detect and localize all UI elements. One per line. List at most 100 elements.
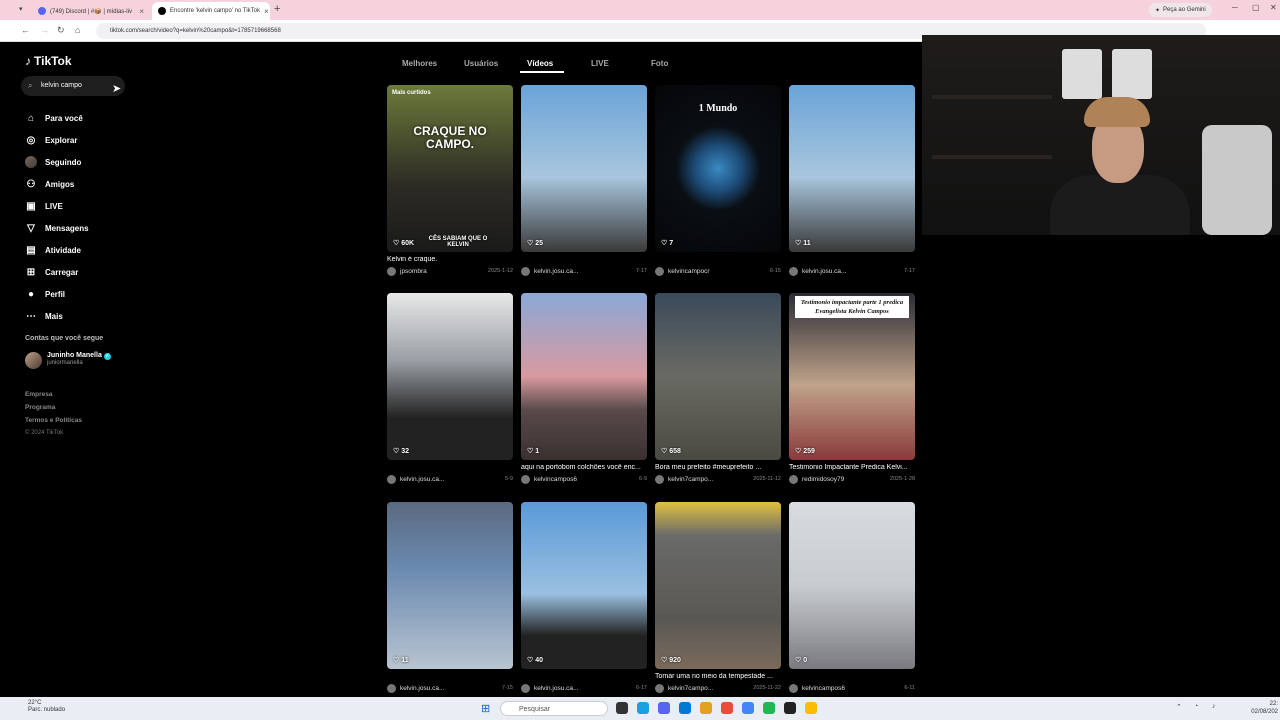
new-tab-button[interactable]: +: [274, 3, 280, 15]
video-author[interactable]: kelvincampocr: [668, 268, 710, 275]
window-close-icon[interactable]: ✕: [1270, 3, 1277, 12]
video-caption[interactable]: Tomar uma no meio da tempestade ...: [655, 673, 781, 683]
video-thumbnail[interactable]: Testimonio impactante parte 1 predica Ev…: [789, 293, 915, 460]
tab-foto[interactable]: Foto: [651, 59, 668, 68]
video-thumbnail[interactable]: ♡ 32: [387, 293, 513, 460]
video-thumbnail[interactable]: ♡ 658: [655, 293, 781, 460]
avatar[interactable]: [521, 266, 530, 276]
discord-icon[interactable]: [658, 702, 670, 714]
video-card[interactable]: ♡ 40 kelvin.josu.ca... 6-17: [521, 502, 647, 693]
video-thumbnail[interactable]: ♡ 1: [521, 293, 647, 460]
sidebar-item-atividade[interactable]: ▤ Atividade: [25, 243, 81, 257]
video-card[interactable]: ♡ 32 kelvin.josu.ca... 5-9: [387, 293, 513, 484]
video-card[interactable]: ♡ 0 kelvincampos6 6-11: [789, 502, 915, 693]
taskbar-clock[interactable]: 22: 02/08/202: [1238, 700, 1278, 716]
tab-live[interactable]: LIVE: [591, 59, 609, 68]
avatar[interactable]: [521, 474, 530, 484]
video-thumbnail[interactable]: ♡ 11: [789, 85, 915, 252]
video-thumbnail[interactable]: 1 Mundo ♡ 7: [655, 85, 781, 252]
video-author[interactable]: kelvin.josu.ca...: [534, 685, 578, 692]
volume-icon[interactable]: ♪: [1212, 703, 1216, 710]
maximize-icon[interactable]: ▢: [1252, 3, 1260, 12]
video-caption[interactable]: [655, 256, 781, 266]
video-thumbnail[interactable]: ♡ 25: [521, 85, 647, 252]
sidebar-item-seguindo[interactable]: Seguindo: [25, 155, 81, 169]
weather-widget[interactable]: 22°C Parc. nublado: [28, 700, 65, 714]
followed-account[interactable]: Juninho Manella ✓ juniormanella: [25, 352, 111, 369]
video-card[interactable]: ♡ 920 Tomar uma no meio da tempestade ...…: [655, 502, 781, 693]
video-card[interactable]: ♡ 11 kelvin.josu.ca... 7-17: [789, 85, 915, 276]
browser-tab-tiktok[interactable]: Encontre 'kelvin campo' no TikTok ×: [152, 2, 270, 20]
forward-icon[interactable]: →: [40, 25, 49, 35]
video-author[interactable]: kelvin.josu.ca...: [400, 685, 444, 692]
sidebar-item-carregar[interactable]: ⊞ Carregar: [25, 265, 79, 279]
sidebar-item-amigos[interactable]: ⚇ Amigos: [25, 177, 75, 191]
video-card[interactable]: Mais curtidos CRAQUE NO CAMPO. CÊS SABIAM …: [387, 85, 513, 276]
chrome-icon[interactable]: [742, 702, 754, 714]
video-author[interactable]: kelvin.josu.ca...: [400, 476, 444, 483]
tab-videos[interactable]: Vídeos: [527, 59, 553, 68]
video-author[interactable]: kelvincampos6: [534, 476, 577, 483]
store-icon[interactable]: [679, 702, 691, 714]
video-caption[interactable]: aqui na portobom colchões você enc...: [521, 464, 647, 474]
video-caption[interactable]: [521, 256, 647, 266]
avatar[interactable]: [387, 683, 396, 693]
sidebar-item-perfil[interactable]: ● Perfil: [25, 287, 65, 301]
sidebar-item-live[interactable]: ▣ LIVE: [25, 199, 63, 213]
windows-start-icon[interactable]: ⊞: [481, 702, 490, 715]
video-caption[interactable]: Testimonio Impactante Predica Kelvi...: [789, 464, 915, 474]
edge-icon[interactable]: [637, 702, 649, 714]
video-author[interactable]: kelvin.josu.ca...: [534, 268, 578, 275]
avatar[interactable]: [521, 683, 530, 693]
tray-chevron-icon[interactable]: ⌃: [1176, 703, 1182, 711]
tab-usuarios[interactable]: Usuários: [464, 59, 498, 68]
video-caption[interactable]: [789, 256, 915, 266]
video-card[interactable]: ♡ 25 kelvin.josu.ca... 7-17: [521, 85, 647, 276]
footer-link-programa[interactable]: Programa: [25, 404, 55, 411]
sidebar-item-explorar[interactable]: ◎ Explorar: [25, 133, 78, 147]
avatar[interactable]: [655, 266, 664, 276]
spotify-icon[interactable]: [763, 702, 775, 714]
video-card[interactable]: ♡ 1 aqui na portobom colchões você enc...…: [521, 293, 647, 484]
video-caption[interactable]: Kelvin é craque.: [387, 256, 513, 266]
video-author[interactable]: kelvin7campo...: [668, 476, 713, 483]
footer-link-termos[interactable]: Termos e Políticas: [25, 417, 82, 424]
video-author[interactable]: kelvincampos6: [802, 685, 845, 692]
gemini-button[interactable]: ✦ Peça ao Gemini: [1149, 3, 1212, 17]
sidebar-item-para-voce[interactable]: ⌂ Para você: [25, 111, 83, 125]
avatar[interactable]: [789, 474, 798, 484]
avatar[interactable]: [387, 474, 396, 484]
video-caption[interactable]: [387, 464, 513, 474]
network-icon[interactable]: ◔: [1194, 703, 1198, 710]
avatar[interactable]: [387, 266, 396, 276]
app-icon[interactable]: [721, 702, 733, 714]
video-thumbnail[interactable]: ♡ 0: [789, 502, 915, 669]
avatar[interactable]: [655, 683, 664, 693]
close-icon[interactable]: ×: [139, 7, 144, 16]
chrome-active-icon[interactable]: [805, 702, 817, 714]
back-icon[interactable]: ←: [21, 25, 30, 35]
taskbar-search-input[interactable]: Pesquisar: [500, 701, 608, 716]
video-thumbnail[interactable]: Mais curtidos CRAQUE NO CAMPO. CÊS SABIAM …: [387, 85, 513, 252]
search-input[interactable]: ⌕ kelvin campo: [21, 76, 125, 96]
reload-icon[interactable]: ↻: [57, 25, 65, 36]
sidebar-item-mensagens[interactable]: ▽ Mensagens: [25, 221, 88, 235]
tab-search-icon[interactable]: ▾: [19, 5, 23, 13]
video-caption[interactable]: Bora meu prefeito #meuprefeito ...: [655, 464, 781, 474]
obs-icon[interactable]: [784, 702, 796, 714]
video-card[interactable]: ♡ 658 Bora meu prefeito #meuprefeito ... k…: [655, 293, 781, 484]
task-view-icon[interactable]: [616, 702, 628, 714]
avatar[interactable]: [789, 683, 798, 693]
video-author[interactable]: redimidosoy79: [802, 476, 844, 483]
explorer-icon[interactable]: [700, 702, 712, 714]
avatar[interactable]: [655, 474, 664, 484]
tab-melhores[interactable]: Melhores: [402, 59, 437, 68]
sidebar-item-mais[interactable]: ⋯ Mais: [25, 309, 63, 323]
avatar[interactable]: [789, 266, 798, 276]
video-author[interactable]: kelvin.josu.ca...: [802, 268, 846, 275]
video-thumbnail[interactable]: ♡ 40: [521, 502, 647, 669]
home-icon[interactable]: ⌂: [75, 25, 80, 35]
video-caption[interactable]: [789, 673, 915, 683]
browser-tab-discord[interactable]: (749) Discord | #📦 | mídias-liv ×: [32, 2, 150, 20]
video-thumbnail[interactable]: ♡ 11: [387, 502, 513, 669]
